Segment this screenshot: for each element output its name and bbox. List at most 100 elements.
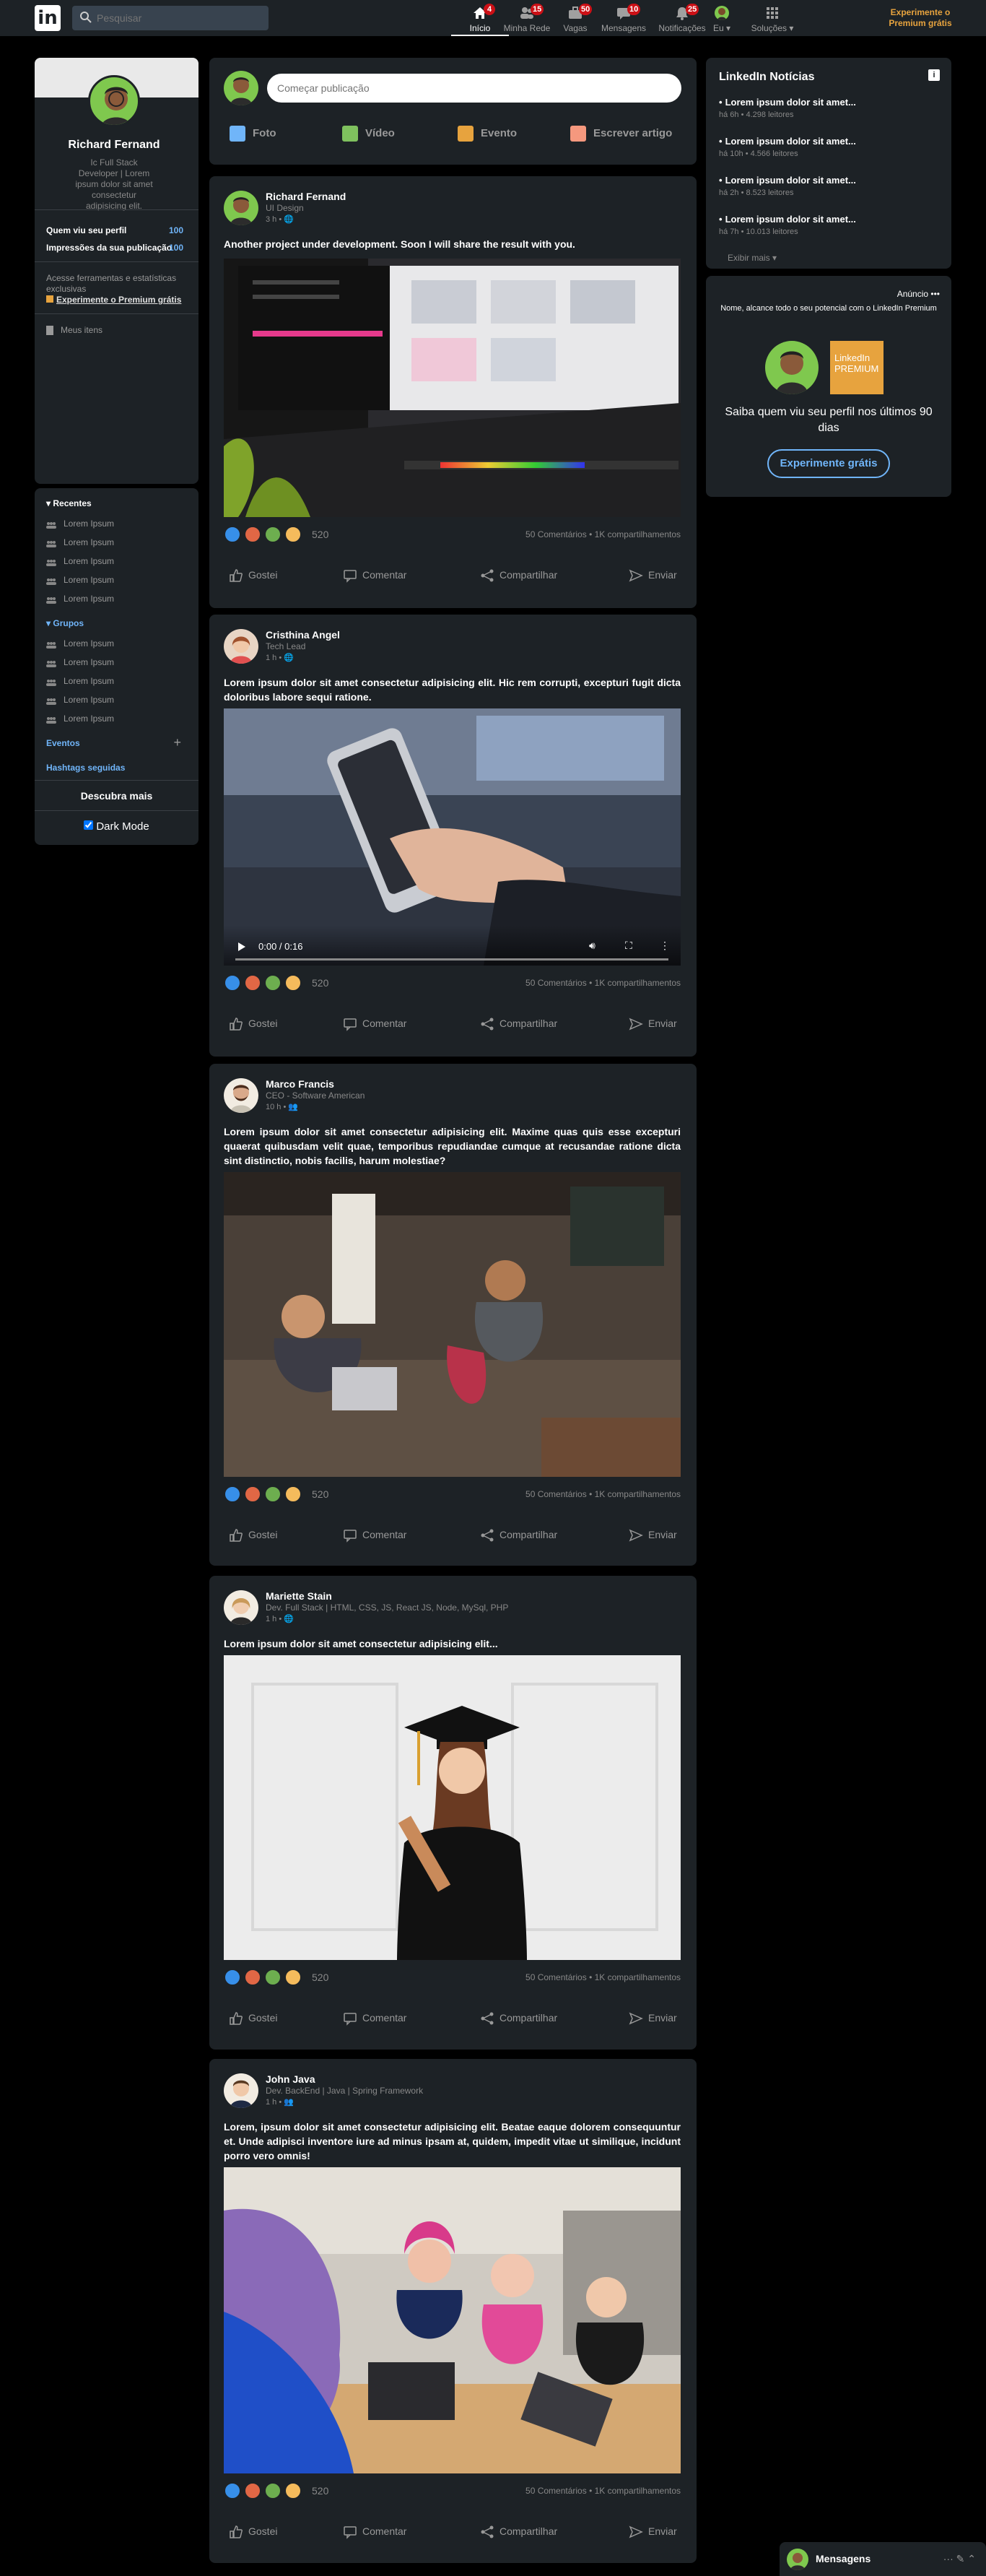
- author-avatar[interactable]: [224, 191, 258, 225]
- like-button[interactable]: Gostei: [228, 560, 277, 589]
- like-button[interactable]: Gostei: [228, 2003, 277, 2032]
- stat-post-impressions[interactable]: Impressões da sua publicação 100: [46, 243, 183, 253]
- author-name[interactable]: John Java: [266, 2073, 315, 2085]
- post-stats[interactable]: 50 Comentários • 1K compartilhamentos: [525, 978, 681, 988]
- comment-button[interactable]: Comentar: [342, 2517, 406, 2546]
- hashtags-link[interactable]: Hashtags seguidas: [46, 763, 125, 773]
- post-stats[interactable]: 50 Comentários • 1K compartilhamentos: [525, 529, 681, 539]
- author-avatar[interactable]: [224, 1590, 258, 1625]
- start-post-input[interactable]: [267, 74, 681, 103]
- author-name[interactable]: Cristhina Angel: [266, 629, 340, 641]
- like-button[interactable]: Gostei: [228, 2517, 277, 2546]
- group-item[interactable]: Lorem Ipsum: [46, 714, 114, 724]
- share-button[interactable]: Compartilhar: [479, 1009, 557, 1038]
- group-item[interactable]: Lorem Ipsum: [46, 638, 114, 649]
- dark-mode-toggle[interactable]: Dark Mode: [35, 820, 198, 833]
- post-stats[interactable]: 50 Comentários • 1K compartilhamentos: [525, 1489, 681, 1499]
- send-button[interactable]: Enviar: [628, 1009, 677, 1038]
- reactions-bar[interactable]: 520 50 Comentários • 1K compartilhamento…: [224, 526, 681, 543]
- reactions-bar[interactable]: 520 50 Comentários • 1K compartilhamento…: [224, 1486, 681, 1503]
- event-button[interactable]: Evento: [458, 126, 517, 142]
- ad-label[interactable]: Anúncio •••: [897, 289, 940, 299]
- comment-button[interactable]: Comentar: [342, 1520, 406, 1549]
- news-item[interactable]: Lorem ipsum dolor sit amet... há 6h • 4.2…: [719, 97, 856, 119]
- post-image[interactable]: [224, 1655, 681, 1960]
- author-name[interactable]: Richard Fernand: [266, 191, 346, 202]
- write-article-button[interactable]: Escrever artigo: [570, 126, 672, 142]
- share-button[interactable]: Compartilhar: [479, 2517, 557, 2546]
- post-image[interactable]: [224, 259, 681, 517]
- groups-header[interactable]: ▾ Grupos: [46, 618, 84, 628]
- group-item[interactable]: Lorem Ipsum: [46, 695, 114, 705]
- recent-item[interactable]: Lorem Ipsum: [46, 537, 114, 547]
- share-button[interactable]: Compartilhar: [479, 560, 557, 589]
- video-controls[interactable]: 0:00 / 0:16 🔊︎ ⛶ ⋮: [224, 925, 681, 966]
- try-free-button[interactable]: Experimente grátis: [767, 449, 890, 478]
- send-button[interactable]: Enviar: [628, 560, 677, 589]
- reactions-bar[interactable]: 520 50 Comentários • 1K compartilhamento…: [224, 974, 681, 992]
- user-avatar[interactable]: [224, 71, 258, 105]
- search-input[interactable]: [97, 6, 263, 30]
- video-button[interactable]: Vídeo: [342, 126, 395, 142]
- discover-more-button[interactable]: Descubra mais: [35, 790, 198, 802]
- post-image[interactable]: [224, 2167, 681, 2473]
- recent-item[interactable]: Lorem Ipsum: [46, 556, 114, 566]
- share-button[interactable]: Compartilhar: [479, 2003, 557, 2032]
- nav-badge: 50: [579, 4, 593, 15]
- comment-button[interactable]: Comentar: [342, 1009, 406, 1038]
- fullscreen-icon[interactable]: ⛶: [625, 940, 632, 952]
- news-item[interactable]: Lorem ipsum dolor sit amet... há 2h • 8.5…: [719, 175, 856, 197]
- linkedin-logo[interactable]: in: [35, 5, 61, 31]
- group-item[interactable]: Lorem Ipsum: [46, 676, 114, 686]
- recent-item[interactable]: Lorem Ipsum: [46, 519, 114, 529]
- share-button[interactable]: Compartilhar: [479, 1520, 557, 1549]
- thumbs-up-icon: [230, 1529, 243, 1543]
- comment-button[interactable]: Comentar: [342, 560, 406, 589]
- author-name[interactable]: Marco Francis: [266, 1078, 334, 1090]
- recent-item[interactable]: Lorem Ipsum: [46, 575, 114, 585]
- more-options-icon[interactable]: ⋮: [660, 940, 670, 952]
- comment-button[interactable]: Comentar: [342, 2003, 406, 2032]
- photo-button[interactable]: Foto: [230, 126, 276, 142]
- stat-profile-views[interactable]: Quem viu seu perfil 100: [46, 225, 183, 235]
- play-icon[interactable]: [238, 942, 245, 951]
- recent-item[interactable]: Lorem Ipsum: [46, 594, 114, 604]
- post-video[interactable]: 0:00 / 0:16 🔊︎ ⛶ ⋮: [224, 708, 681, 966]
- author-avatar[interactable]: [224, 2073, 258, 2108]
- show-more-button[interactable]: Exibir mais ▾: [728, 253, 777, 263]
- post-image[interactable]: [224, 1172, 681, 1477]
- profile-name[interactable]: Richard Fernand: [35, 139, 193, 152]
- info-icon[interactable]: i: [928, 69, 940, 81]
- group-item[interactable]: Lorem Ipsum: [46, 657, 114, 667]
- news-item[interactable]: Lorem ipsum dolor sit amet... há 10h • 4.…: [719, 136, 856, 158]
- add-event-icon[interactable]: +: [173, 735, 181, 750]
- send-button[interactable]: Enviar: [628, 1520, 677, 1549]
- events-link[interactable]: Eventos: [46, 738, 80, 748]
- nav-messaging[interactable]: 10 Mensagens: [595, 0, 653, 36]
- profile-avatar[interactable]: [88, 75, 140, 127]
- reactions-bar[interactable]: 520 50 Comentários • 1K compartilhamento…: [224, 1969, 681, 1986]
- volume-icon[interactable]: 🔊︎: [589, 940, 595, 952]
- video-progress-track[interactable]: [235, 958, 668, 960]
- nav-solutions[interactable]: Soluções ▾: [747, 0, 798, 36]
- news-item[interactable]: Lorem ipsum dolor sit amet... há 7h • 10.…: [719, 214, 856, 236]
- nav-me[interactable]: Eu ▾: [700, 0, 743, 36]
- post-stats[interactable]: 50 Comentários • 1K compartilhamentos: [525, 2486, 681, 2496]
- premium-promo-link[interactable]: Experimente o Premium grátis: [46, 295, 181, 305]
- recent-header[interactable]: ▾ Recentes: [46, 498, 92, 508]
- author-avatar[interactable]: [224, 629, 258, 664]
- dark-mode-checkbox[interactable]: [84, 820, 94, 830]
- post-stats[interactable]: 50 Comentários • 1K compartilhamentos: [525, 1972, 681, 1982]
- messaging-bar[interactable]: Mensagens ··· ✎ ⌃: [780, 2542, 986, 2576]
- send-button[interactable]: Enviar: [628, 2003, 677, 2032]
- author-name[interactable]: Mariette Stain: [266, 1590, 332, 1602]
- author-avatar[interactable]: [224, 1078, 258, 1113]
- like-button[interactable]: Gostei: [228, 1520, 277, 1549]
- like-button[interactable]: Gostei: [228, 1009, 277, 1038]
- send-button[interactable]: Enviar: [628, 2517, 677, 2546]
- my-items-link[interactable]: Meus itens: [46, 325, 102, 336]
- premium-trial-link[interactable]: Experimente o Premium grátis: [878, 7, 963, 29]
- search-box[interactable]: [72, 6, 269, 30]
- messaging-controls[interactable]: ··· ✎ ⌃: [943, 2553, 976, 2565]
- reactions-bar[interactable]: 520 50 Comentários • 1K compartilhamento…: [224, 2482, 681, 2499]
